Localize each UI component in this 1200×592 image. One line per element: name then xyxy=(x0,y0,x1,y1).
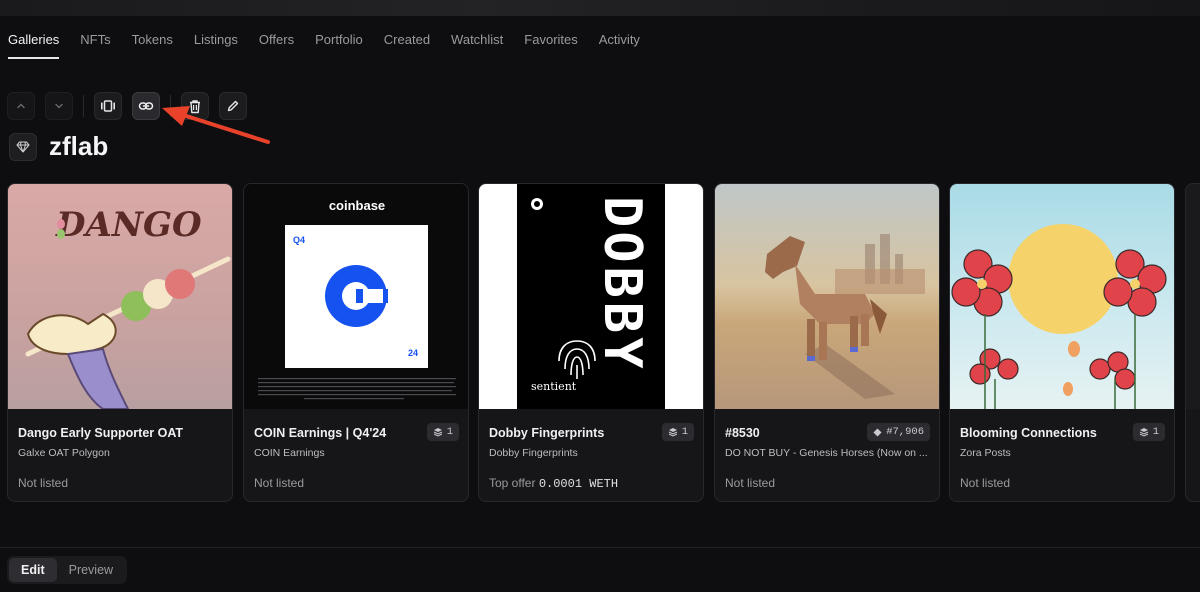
nft-status: Top offer 0.0001 WETH xyxy=(489,476,618,491)
edition-badge: 1 xyxy=(661,423,694,441)
nft-card[interactable]: Blooming Connections 1 Zora Posts Not li… xyxy=(949,183,1175,502)
rank-badge: #7,906 xyxy=(867,423,930,441)
nft-card[interactable]: coinbase Q4 24 COIN Earnings | Q4'24 1 C… xyxy=(243,183,469,502)
nft-title: Dobby Fingerprints xyxy=(489,426,605,440)
edit-mode-button[interactable]: Edit xyxy=(9,558,57,582)
copy-link-button[interactable] xyxy=(132,92,160,120)
nft-card[interactable]: DOBBY sentient Dobby Fingerprints 1 Dobb… xyxy=(478,183,704,502)
gallery-title: zflab xyxy=(49,131,109,161)
nft-card[interactable]: #8530 #7,906 DO NOT BUY - Genesis Horses… xyxy=(714,183,940,502)
dobby-vertical-text: DOBBY xyxy=(592,196,652,373)
move-down-button[interactable] xyxy=(45,92,73,120)
link-icon xyxy=(138,102,154,110)
tab-watchlist[interactable]: Watchlist xyxy=(451,32,503,59)
gallery-header: zflab xyxy=(9,131,108,162)
mode-toggle: Edit Preview xyxy=(7,556,128,584)
fingerprint-icon xyxy=(558,340,596,379)
offer-value: 0.0001 WETH xyxy=(538,477,619,491)
carousel-view-button[interactable] xyxy=(94,92,122,120)
tab-nfts[interactable]: NFTs xyxy=(80,32,110,59)
nft-status: Not listed xyxy=(725,476,776,490)
coinbase-logo-icon xyxy=(325,265,388,327)
rank-value: #7,906 xyxy=(886,426,924,438)
badge-count: 1 xyxy=(446,426,453,438)
quarter-label: Q4 xyxy=(293,235,306,245)
gallery-carousel: DANGO Dango Early Supporter OAT Galxe OA… xyxy=(7,183,1200,503)
tab-portfolio[interactable]: Portfolio xyxy=(315,32,363,59)
nft-title: #8530 xyxy=(725,426,760,440)
chevron-down-icon xyxy=(55,103,63,109)
sentient-label: sentient xyxy=(531,380,577,393)
footer-divider xyxy=(0,547,1200,548)
dobby-art: DOBBY sentient xyxy=(531,196,652,393)
badge-count: 1 xyxy=(681,426,688,438)
layers-icon xyxy=(433,428,442,437)
nft-image xyxy=(1186,184,1200,409)
coin-artwork: Q4 24 xyxy=(285,225,428,368)
offer-label: Top offer xyxy=(489,476,536,490)
nft-status: Not listed xyxy=(254,476,305,490)
edition-badge: 1 xyxy=(1132,423,1165,441)
tab-listings[interactable]: Listings xyxy=(194,32,238,59)
carousel-icon xyxy=(101,100,115,112)
chevron-up-icon xyxy=(17,103,25,109)
toolbar-divider xyxy=(83,95,84,117)
nft-title: Blooming Connections xyxy=(960,426,1097,440)
nft-collection: COIN Earnings xyxy=(254,447,325,459)
header-banner xyxy=(0,0,1200,16)
tab-created[interactable]: Created xyxy=(384,32,430,59)
preview-mode-button[interactable]: Preview xyxy=(57,558,125,582)
nft-title: COIN Earnings | Q4'24 xyxy=(254,426,387,440)
nft-collection: Dobby Fingerprints xyxy=(489,447,578,459)
nft-collection: Galxe OAT Polygon xyxy=(18,447,110,459)
fine-print xyxy=(258,378,456,400)
layers-icon xyxy=(668,428,677,437)
nft-image: coinbase Q4 24 xyxy=(244,184,468,409)
nft-image xyxy=(950,184,1174,409)
nft-collection: Zora Posts xyxy=(960,447,1011,459)
svg-text:DOBBY: DOBBY xyxy=(592,196,652,373)
svg-text:DANGO: DANGO xyxy=(55,205,202,245)
diamond-icon xyxy=(9,132,37,161)
tab-activity[interactable]: Activity xyxy=(599,32,640,59)
nft-image: DOBBY sentient xyxy=(479,184,703,409)
nft-image: DANGO xyxy=(8,184,232,409)
profile-tabs: Galleries NFTs Tokens Listings Offers Po… xyxy=(8,32,661,59)
year-label: 24 xyxy=(407,348,418,358)
badge-count: 1 xyxy=(1152,426,1159,438)
move-up-button[interactable] xyxy=(7,92,35,120)
nft-title: Dango Early Supporter OAT xyxy=(18,426,184,440)
annotation-arrow-icon xyxy=(162,106,270,144)
tab-galleries[interactable]: Galleries xyxy=(8,32,60,59)
nft-status: Not listed xyxy=(18,476,69,490)
nft-card-partial[interactable] xyxy=(1185,183,1200,502)
tab-tokens[interactable]: Tokens xyxy=(132,32,173,59)
nft-collection: DO NOT BUY - Genesis Horses (Now on ... xyxy=(725,447,928,459)
coinbase-wordmark: coinbase xyxy=(328,198,386,213)
nft-card[interactable]: DANGO Dango Early Supporter OAT Galxe OA… xyxy=(7,183,233,502)
nft-image xyxy=(715,184,939,409)
tab-favorites[interactable]: Favorites xyxy=(524,32,577,59)
diamond-icon xyxy=(873,427,882,437)
nft-status: Not listed xyxy=(960,476,1011,490)
tab-offers[interactable]: Offers xyxy=(259,32,294,59)
edition-badge: 1 xyxy=(426,423,459,441)
layers-icon xyxy=(1139,428,1148,437)
